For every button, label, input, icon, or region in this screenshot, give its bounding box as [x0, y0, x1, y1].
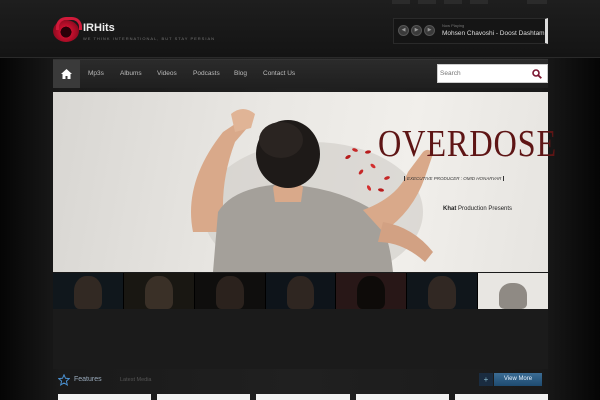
hero-thumbnail[interactable] [407, 273, 478, 309]
features-title: Features [74, 376, 102, 383]
search-icon[interactable] [532, 69, 542, 79]
search-box [437, 64, 548, 83]
features-add-button[interactable]: + [479, 373, 493, 386]
headphones-logo-icon [53, 17, 82, 42]
now-playing-widget: ◀ ▶ ▶ Now Playing Mohsen Chavoshi - Doos… [393, 18, 548, 44]
logo-tagline: WE THINK INTERNATIONAL, BUT STAY PERSIAN [83, 35, 216, 41]
top-strip-segment [470, 0, 488, 4]
nav-item-videos[interactable]: Videos [157, 70, 177, 77]
previous-icon[interactable]: ◀ [398, 25, 409, 36]
features-bar: Features Latest Media + View More [53, 370, 548, 390]
top-strip-segment [418, 0, 436, 4]
content-panel [53, 309, 548, 369]
search-input[interactable] [440, 67, 525, 80]
hero-thumbnail[interactable] [123, 273, 194, 309]
now-playing-label: Now Playing [442, 23, 465, 28]
hero-thumbnail-strip [53, 273, 549, 309]
hero-person-illustration [191, 109, 433, 272]
top-strip-segment [392, 0, 410, 4]
nav-item-mp3s[interactable]: Mp3s [88, 70, 104, 77]
features-subtitle: Latest Media [120, 377, 152, 383]
hero-producer: EXECUTIVE PRODUCER : OMID HONARVAR [404, 176, 505, 181]
home-button[interactable] [53, 60, 80, 88]
nav-item-blog[interactable]: Blog [234, 70, 247, 77]
top-strip-segment [444, 0, 462, 4]
next-icon[interactable]: ▶ [424, 25, 435, 36]
star-icon [58, 374, 70, 386]
nav-item-albums[interactable]: Albums [120, 70, 142, 77]
hero-thumbnail-active[interactable] [478, 273, 549, 309]
play-icon[interactable]: ▶ [411, 25, 422, 36]
nav-item-podcasts[interactable]: Podcasts [193, 70, 220, 77]
hero-title: OVERDOSE [378, 123, 558, 165]
hero-thumbnail[interactable] [336, 273, 407, 309]
now-playing-track[interactable]: Mohsen Chavoshi - Doost Dashtam [442, 30, 545, 37]
top-strip-segment [527, 0, 547, 4]
logo-name: IRHits [83, 21, 115, 34]
hero-presents-brand: Khat [443, 206, 457, 212]
nav-item-contact-us[interactable]: Contact Us [263, 70, 295, 77]
view-more-button[interactable]: View More [494, 373, 542, 386]
feature-card[interactable] [256, 394, 350, 400]
hero-presents-text: Production Presents [456, 206, 513, 212]
home-icon [61, 69, 72, 79]
feature-cards-row [58, 394, 549, 400]
feature-card[interactable] [454, 394, 549, 400]
hero-thumbnail[interactable] [53, 273, 123, 309]
site-logo[interactable]: IRHits WE THINK INTERNATIONAL, BUT STAY … [53, 17, 216, 42]
hero-thumbnail[interactable] [265, 273, 336, 309]
hero-thumbnail[interactable] [194, 273, 265, 309]
site-header: IRHits WE THINK INTERNATIONAL, BUT STAY … [0, 0, 600, 58]
hero-presents: Khat Production Presents [443, 206, 512, 212]
feature-card[interactable] [58, 394, 152, 400]
feature-card[interactable] [355, 394, 449, 400]
hero-banner[interactable]: Khat Production Presents [53, 92, 548, 272]
feature-card[interactable] [157, 394, 251, 400]
